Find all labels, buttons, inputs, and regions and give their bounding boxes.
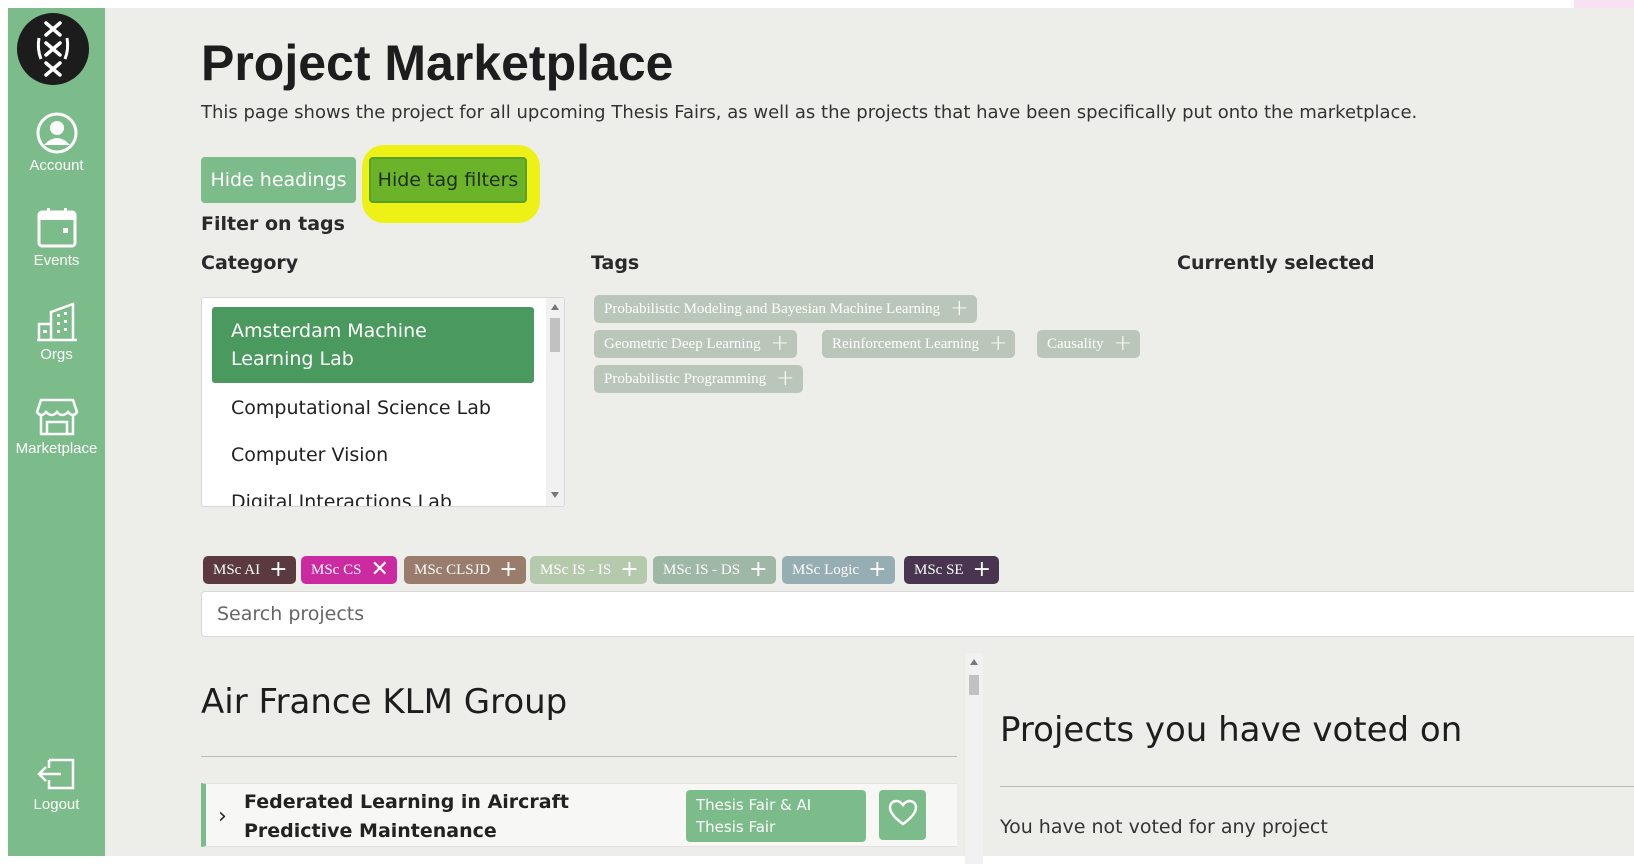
storefront-icon	[8, 394, 105, 438]
event-badge: Thesis Fair & AI Thesis Fair	[686, 790, 866, 842]
main-content: Project Marketplace This page shows the …	[105, 8, 1634, 856]
account-icon	[8, 111, 105, 155]
programme-label: MSc IS - DS	[663, 562, 740, 579]
category-item[interactable]: Digital Interactions Lab	[212, 488, 534, 507]
programme-chip-msc-is-ds[interactable]: MSc IS - DS +	[653, 556, 776, 584]
divider	[1000, 786, 1634, 787]
sidebar-item-label: Marketplace	[16, 440, 98, 457]
sidebar: Account Events Orgs Marketplace Logout	[8, 8, 105, 856]
heart-icon	[888, 799, 918, 831]
plus-icon: +	[749, 559, 767, 581]
category-list[interactable]: Amsterdam Machine Learning Lab Computati…	[201, 297, 565, 507]
sidebar-item-marketplace[interactable]: Marketplace	[8, 394, 105, 457]
sidebar-item-label: Events	[34, 252, 80, 269]
calendar-icon	[8, 206, 105, 250]
programme-label: MSc IS - IS	[540, 562, 611, 579]
plus-icon: +	[620, 559, 638, 581]
programme-chip-msc-logic[interactable]: MSc Logic +	[782, 556, 895, 584]
vote-button[interactable]	[879, 790, 926, 840]
category-item[interactable]: Computer Vision	[212, 441, 534, 469]
sidebar-item-label: Orgs	[40, 346, 73, 363]
search-input[interactable]	[202, 592, 1634, 636]
programme-label: MSc Logic	[792, 562, 859, 579]
scroll-thumb[interactable]	[550, 318, 560, 352]
project-title[interactable]: Federated Learning in Aircraft Predictiv…	[244, 788, 644, 846]
category-item[interactable]: Computational Science Lab	[212, 394, 534, 422]
search-box	[201, 591, 1634, 637]
divider	[201, 756, 957, 757]
plus-icon: +	[973, 559, 991, 581]
tag-label: Probabilistic Modeling and Bayesian Mach…	[604, 301, 940, 318]
tag-chip[interactable]: Probabilistic Modeling and Bayesian Mach…	[594, 295, 977, 323]
filter-heading: Filter on tags	[201, 213, 345, 235]
plus-icon: +	[771, 333, 789, 355]
logout-icon	[8, 754, 105, 794]
tags-label: Tags	[591, 252, 639, 274]
close-icon: ✕	[370, 559, 388, 581]
sidebar-item-orgs[interactable]: Orgs	[8, 300, 105, 363]
programme-chip-msc-ai[interactable]: MSc AI +	[203, 556, 296, 584]
uva-logo[interactable]	[17, 13, 89, 85]
tag-chip[interactable]: Probabilistic Programming +	[594, 365, 803, 393]
programme-chip-msc-cs[interactable]: MSc CS ✕	[301, 556, 397, 584]
currently-selected-label: Currently selected	[1177, 252, 1375, 274]
plus-icon: +	[269, 559, 287, 581]
sidebar-item-label: Logout	[34, 796, 80, 813]
sidebar-item-label: Account	[29, 157, 83, 174]
tag-label: Reinforcement Learning	[832, 336, 979, 353]
scroll-thumb[interactable]	[969, 675, 979, 695]
programme-label: MSc SE	[914, 562, 964, 579]
project-list-scrollbar[interactable]	[965, 653, 983, 864]
project-row[interactable]: › Federated Learning in Aircraft Predict…	[201, 783, 957, 847]
programme-chip-msc-se[interactable]: MSc SE +	[904, 556, 999, 584]
company-heading: Air France KLM Group	[201, 682, 567, 722]
programme-chip-msc-is-is[interactable]: MSc IS - IS +	[530, 556, 647, 584]
category-item-selected[interactable]: Amsterdam Machine Learning Lab	[212, 307, 534, 383]
tag-chip[interactable]: Geometric Deep Learning +	[594, 330, 797, 358]
tag-label: Probabilistic Programming	[604, 371, 766, 388]
tag-label: Geometric Deep Learning	[604, 336, 761, 353]
programme-label: MSc CS	[311, 562, 361, 579]
sidebar-item-events[interactable]: Events	[8, 206, 105, 269]
scroll-up-icon[interactable]	[970, 659, 978, 665]
building-icon	[8, 300, 105, 344]
programme-label: MSc CLSJD	[414, 562, 490, 579]
plus-icon: +	[950, 298, 968, 320]
category-scrollbar[interactable]	[546, 298, 564, 506]
tag-label: Causality	[1047, 336, 1104, 353]
chevron-right-icon[interactable]: ›	[218, 804, 227, 829]
plus-icon: +	[776, 368, 794, 390]
scroll-up-icon[interactable]	[551, 304, 559, 310]
programme-chip-msc-clsjd[interactable]: MSc CLSJD +	[404, 556, 526, 584]
plus-icon: +	[499, 559, 517, 581]
scroll-down-icon[interactable]	[551, 492, 559, 498]
page-description: This page shows the project for all upco…	[201, 102, 1417, 123]
plus-icon: +	[989, 333, 1007, 355]
voted-empty-message: You have not voted for any project	[1000, 816, 1328, 838]
plus-icon: +	[1114, 333, 1132, 355]
sidebar-item-logout[interactable]: Logout	[8, 754, 105, 813]
hide-headings-button[interactable]: Hide headings	[201, 157, 356, 203]
plus-icon: +	[868, 559, 886, 581]
hide-tag-filters-button[interactable]: Hide tag filters	[369, 157, 527, 203]
category-label: Category	[201, 252, 298, 274]
page-title: Project Marketplace	[201, 34, 673, 92]
corner-decoration	[1574, 0, 1634, 8]
tag-chip[interactable]: Reinforcement Learning +	[822, 330, 1015, 358]
tag-chip[interactable]: Causality +	[1037, 330, 1140, 358]
programme-label: MSc AI	[213, 562, 260, 579]
sidebar-item-account[interactable]: Account	[8, 111, 105, 174]
voted-section-title: Projects you have voted on	[1000, 710, 1462, 750]
